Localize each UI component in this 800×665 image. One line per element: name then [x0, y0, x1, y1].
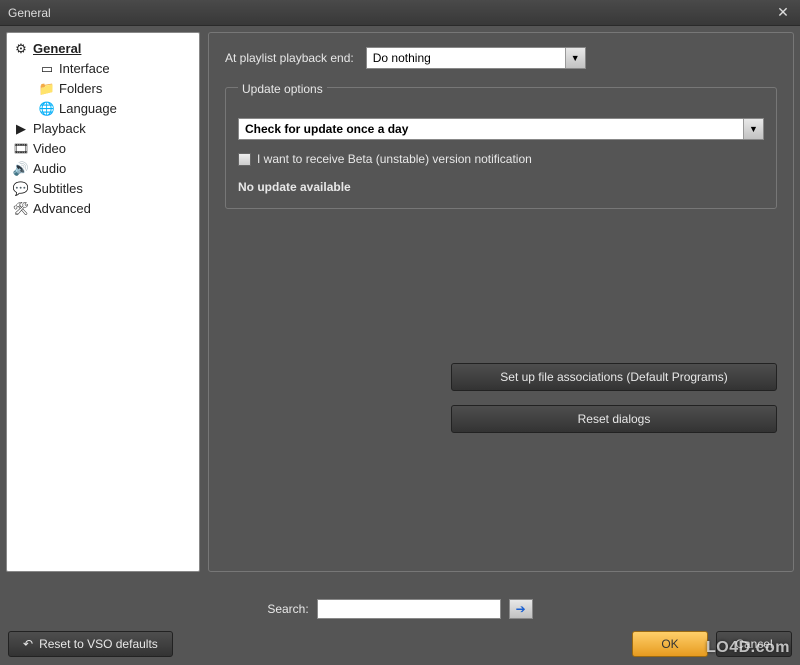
tree-item-advanced[interactable]: 🛠 Advanced	[11, 199, 195, 219]
undo-icon: ↶	[23, 637, 33, 651]
category-tree: ⚙ General ▭ Interface 📁 Folders 🌐 Langua…	[6, 32, 200, 572]
reset-dialogs-button[interactable]: Reset dialogs	[451, 405, 777, 433]
caption-icon: 💬	[13, 181, 29, 197]
spacer	[225, 209, 777, 349]
chevron-down-icon: ▼	[565, 48, 585, 68]
tree-label: Interface	[59, 60, 110, 78]
ok-button[interactable]: OK	[632, 631, 708, 657]
tree-label: Video	[33, 140, 66, 158]
tree-item-interface[interactable]: ▭ Interface	[11, 59, 195, 79]
update-status: No update available	[238, 180, 764, 194]
tools-icon: 🛠	[13, 201, 29, 217]
tree-item-general[interactable]: ⚙ General	[11, 39, 195, 59]
window-icon: ▭	[39, 61, 55, 77]
playlist-end-combo[interactable]: Do nothing ▼	[366, 47, 586, 69]
search-label: Search:	[267, 602, 308, 616]
beta-label: I want to receive Beta (unstable) versio…	[257, 152, 532, 166]
arrow-right-icon: ➔	[516, 602, 526, 616]
search-bar: Search: ➔	[0, 589, 800, 627]
combo-value: Check for update once a day	[239, 122, 743, 136]
tree-item-language[interactable]: 🌐 Language	[11, 99, 195, 119]
tree-label: Subtitles	[33, 180, 83, 198]
play-icon: ▶	[13, 121, 29, 137]
tree-item-audio[interactable]: 🔊 Audio	[11, 159, 195, 179]
film-icon: 🎞	[13, 141, 29, 157]
update-frequency-combo[interactable]: Check for update once a day ▼	[238, 118, 764, 140]
window-title: General	[8, 6, 51, 20]
dialog-footer: ↶ Reset to VSO defaults OK Cancel	[0, 627, 800, 665]
tree-label: Playback	[33, 120, 86, 138]
checkbox-icon[interactable]	[238, 153, 251, 166]
search-input[interactable]	[317, 599, 501, 619]
gear-icon: ⚙	[13, 41, 29, 57]
tree-label: Advanced	[33, 200, 91, 218]
tree-label: Audio	[33, 160, 66, 178]
tree-label: Language	[59, 100, 117, 118]
settings-window: General ✕ ⚙ General ▭ Interface 📁 Folder…	[0, 0, 800, 665]
settings-panel: At playlist playback end: Do nothing ▼ U…	[208, 32, 794, 572]
cancel-button[interactable]: Cancel	[716, 631, 792, 657]
close-icon[interactable]: ✕	[774, 4, 792, 21]
tree-item-subtitles[interactable]: 💬 Subtitles	[11, 179, 195, 199]
combo-value: Do nothing	[367, 51, 565, 65]
tree-item-playback[interactable]: ▶ Playback	[11, 119, 195, 139]
reset-defaults-button[interactable]: ↶ Reset to VSO defaults	[8, 631, 173, 657]
tree-label: Folders	[59, 80, 102, 98]
update-options-legend: Update options	[238, 82, 327, 96]
beta-checkbox-row[interactable]: I want to receive Beta (unstable) versio…	[238, 152, 764, 166]
folder-icon: 📁	[39, 81, 55, 97]
search-go-button[interactable]: ➔	[509, 599, 533, 619]
chevron-down-icon: ▼	[743, 119, 763, 139]
tree-item-folders[interactable]: 📁 Folders	[11, 79, 195, 99]
titlebar: General ✕	[0, 0, 800, 26]
file-associations-button[interactable]: Set up file associations (Default Progra…	[451, 363, 777, 391]
update-options-group: Update options Check for update once a d…	[225, 87, 777, 209]
globe-icon: 🌐	[39, 101, 55, 117]
playlist-end-label: At playlist playback end:	[225, 51, 354, 65]
speaker-icon: 🔊	[13, 161, 29, 177]
tree-label: General	[33, 40, 81, 58]
reset-label: Reset to VSO defaults	[39, 637, 158, 651]
tree-item-video[interactable]: 🎞 Video	[11, 139, 195, 159]
playlist-end-row: At playlist playback end: Do nothing ▼	[225, 47, 777, 69]
dialog-body: ⚙ General ▭ Interface 📁 Folders 🌐 Langua…	[0, 26, 800, 589]
